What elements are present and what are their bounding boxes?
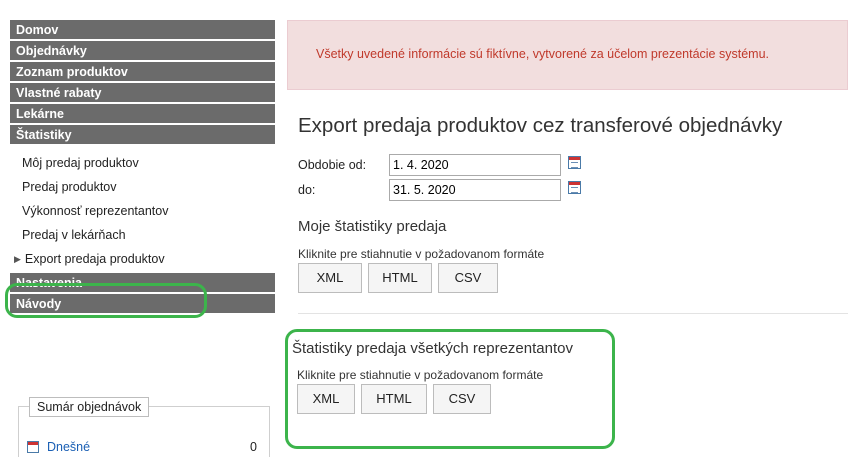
today-orders-count: 0 <box>250 440 257 454</box>
demo-alert: Všetky uvedené informácie sú fiktívne, v… <box>287 20 848 90</box>
sidebar-item-vykonnost-reprezentantov[interactable]: Výkonnosť reprezentantov <box>10 199 275 223</box>
nav-domov[interactable]: Domov <box>10 20 275 41</box>
all-csv-button[interactable]: CSV <box>433 384 491 414</box>
today-orders-link[interactable]: Dnešné <box>47 440 90 454</box>
period-from-input[interactable] <box>389 154 561 176</box>
nav-lekarne[interactable]: Lekárne <box>10 104 275 125</box>
my-stats-buttons: XML HTML CSV <box>287 263 848 293</box>
sidebar-item-predaj-produktov[interactable]: Predaj produktov <box>10 175 275 199</box>
nav-navody[interactable]: Návody <box>10 294 275 315</box>
period-from-label: Obdobie od: <box>298 158 367 172</box>
my-xml-button[interactable]: XML <box>298 263 362 293</box>
sidebar: Domov Objednávky Zoznam produktov Vlastn… <box>10 20 275 457</box>
period-to-input[interactable] <box>389 179 561 201</box>
nav-objednavky[interactable]: Objednávky <box>10 41 275 62</box>
sidebar-item-label: Export predaja produktov <box>24 252 165 266</box>
period-to-label: do: <box>298 183 316 197</box>
my-html-button[interactable]: HTML <box>368 263 432 293</box>
calendar-picker-icon[interactable] <box>568 156 581 169</box>
nav-nastavenia[interactable]: Nastavenia <box>10 273 275 294</box>
my-stats-title: Moje štatistiky predaja <box>298 218 447 235</box>
order-summary-box: Sumár objednávok Dnešné 0 <box>18 397 270 457</box>
nav-vlastne-rabaty[interactable]: Vlastné rabaty <box>10 83 275 104</box>
page-title: Export predaja produktov cez transferové… <box>298 114 783 137</box>
calendar-icon <box>27 441 39 453</box>
caret-right-icon: ▶ <box>14 254 21 264</box>
all-html-button[interactable]: HTML <box>361 384 427 414</box>
all-stats-hint: Kliknite pre stiahnutie v požadovanom fo… <box>297 368 544 382</box>
all-xml-button[interactable]: XML <box>297 384 355 414</box>
sidebar-item-moj-predaj[interactable]: Môj predaj produktov <box>10 151 275 175</box>
main-content: Všetky uvedené informácie sú fiktívne, v… <box>287 20 848 414</box>
all-stats-title: Štatistiky predaja všetkých reprezentant… <box>292 340 573 357</box>
all-stats-buttons: XML HTML CSV <box>287 384 848 414</box>
summary-row-today: Dnešné 0 <box>27 440 257 457</box>
period-to-row: do: <box>287 179 848 204</box>
statistiky-submenu: Môj predaj produktov Predaj produktov Vý… <box>10 146 275 273</box>
period-from-row: Obdobie od: <box>287 154 848 179</box>
nav-zoznam-produktov[interactable]: Zoznam produktov <box>10 62 275 83</box>
my-csv-button[interactable]: CSV <box>438 263 498 293</box>
sidebar-item-predaj-v-lekarnach[interactable]: Predaj v lekárňach <box>10 223 275 247</box>
nav-statistiky[interactable]: Štatistiky <box>10 125 275 146</box>
sidebar-item-export-predaja[interactable]: ▶ Export predaja produktov <box>10 247 275 271</box>
order-summary-legend: Sumár objednávok <box>29 397 150 417</box>
my-stats-hint: Kliknite pre stiahnutie v požadovanom fo… <box>298 247 545 261</box>
calendar-picker-icon[interactable] <box>568 181 581 194</box>
